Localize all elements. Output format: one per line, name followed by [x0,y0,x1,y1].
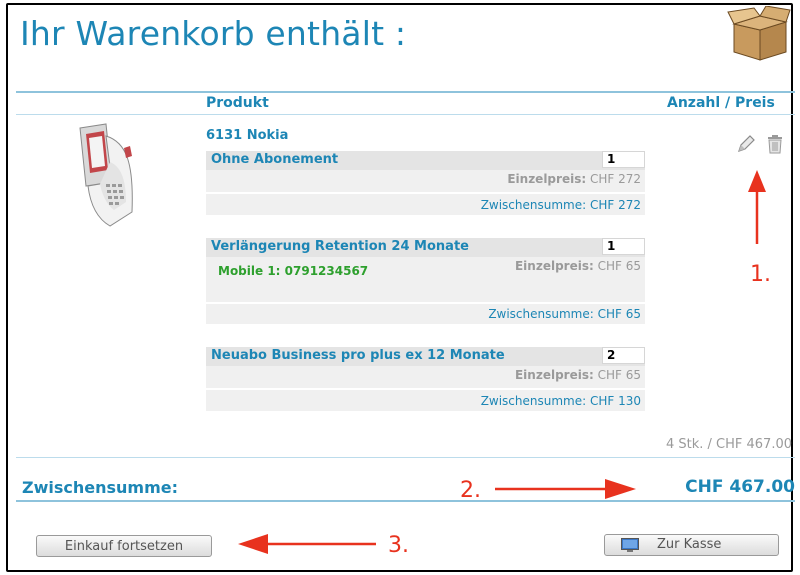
mobile-number: Mobile 1: 0791234567 [218,264,369,278]
checkout-label: Zur Kasse [657,537,722,552]
unit-price-label: Einzelpreis: [514,368,594,382]
unit-price: Einzelpreis: CHF 272 [507,172,641,186]
column-qty-price: Anzahl / Preis [667,95,775,111]
trash-icon[interactable] [766,134,784,154]
unit-price-value: CHF 272 [589,172,641,186]
unit-price-value: CHF 65 [597,259,641,273]
item-name-row: Ohne Abonement [206,151,645,170]
annotation-arrow-right [495,479,636,499]
annotation-arrow-up [748,170,766,244]
cardboard-box-icon [727,6,791,61]
item-name: Verlängerung Retention 24 Monate [211,239,469,254]
item-subtotal: Zwischensumme: CHF 65 [488,307,641,321]
column-product: Produkt [206,95,269,111]
unit-price-label: Einzelpreis: [507,172,587,186]
annotation-arrow-left [238,534,376,554]
subtotal-label: Zwischensumme: [22,478,179,497]
item-name: Neuabo Business pro plus ex 12 Monate [211,348,505,363]
item-divider [206,192,645,194]
column-divider [16,114,795,115]
item-subtotal: Zwischensumme: CHF 130 [480,394,641,408]
cart-item: Ohne Abonement 1 Einzelpreis: CHF 272 Zw… [206,151,645,215]
page-title: Ihr Warenkorb enthält : [20,14,407,53]
item-divider [206,388,645,390]
annotation-1: 1. [750,262,771,287]
monitor-icon [621,538,639,552]
subtotal-value: CHF 467.00 [685,477,795,497]
unit-price: Einzelpreis: CHF 65 [515,259,641,273]
item-divider [206,302,645,304]
unit-price-label: Einzelpreis: [514,259,594,273]
quantity-field[interactable]: 1 [602,238,645,255]
item-name-row: Neuabo Business pro plus ex 12 Monate [206,347,645,366]
continue-shopping-button[interactable]: Einkauf fortsetzen [36,535,212,557]
item-name-row: Verlängerung Retention 24 Monate [206,238,645,257]
item-subtotal: Zwischensumme: CHF 272 [480,198,641,212]
unit-price-value: CHF 65 [597,368,641,382]
product-name[interactable]: 6131 Nokia [206,128,288,143]
unit-price: Einzelpreis: CHF 65 [515,368,641,382]
checkout-button[interactable]: Zur Kasse [604,534,779,556]
cart-item: Verlängerung Retention 24 Monate 1 Einze… [206,238,645,324]
item-name: Ohne Abonement [211,152,339,167]
pencil-icon[interactable] [736,134,756,154]
phone-image [79,123,133,227]
cart-item: Neuabo Business pro plus ex 12 Monate 2 … [206,347,645,411]
annotation-3: 3. [388,533,409,558]
quantity-field[interactable]: 1 [602,151,645,168]
header-divider [16,91,795,93]
subtotal-divider [16,500,795,502]
quantity-field[interactable]: 2 [602,347,645,364]
total-count: 4 Stk. / CHF 467.00 [665,437,792,452]
total-divider [16,457,795,458]
